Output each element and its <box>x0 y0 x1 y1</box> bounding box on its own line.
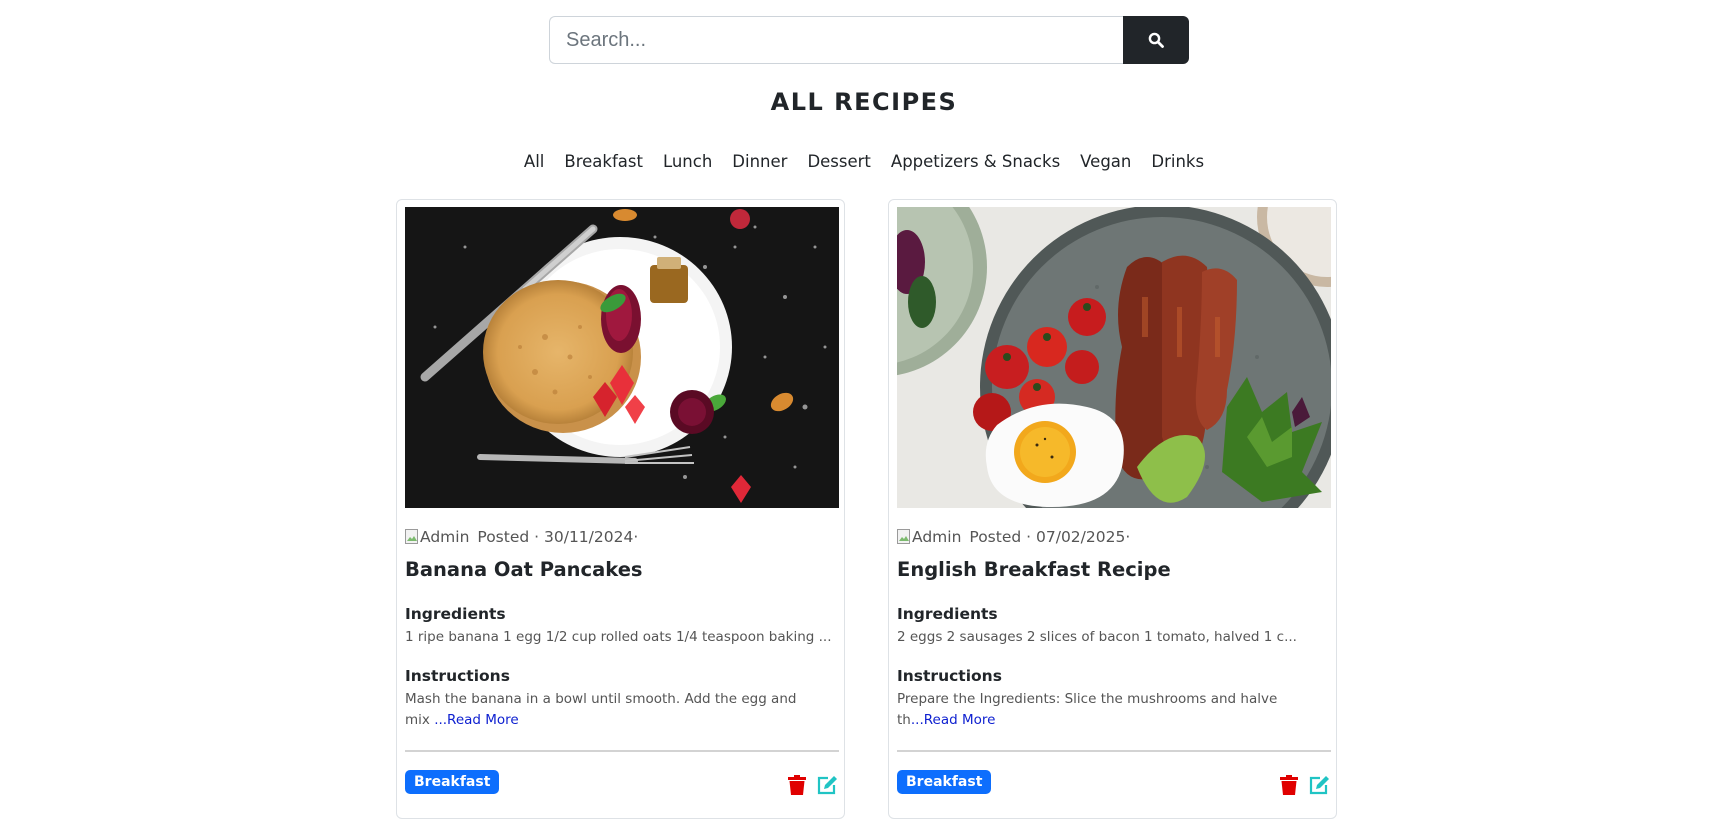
search-icon <box>1148 32 1164 48</box>
delete-button[interactable] <box>1280 775 1298 795</box>
trash-icon <box>788 775 806 795</box>
recipe-image[interactable] <box>405 207 839 508</box>
instructions-text: Mash the banana in a bowl until smooth. … <box>405 689 825 731</box>
broken-image-icon <box>897 529 910 544</box>
instructions-heading: Instructions <box>405 667 510 685</box>
instructions-heading: Instructions <box>897 667 1002 685</box>
edit-icon <box>817 776 837 795</box>
recipe-title[interactable]: English Breakfast Recipe <box>897 558 1171 581</box>
category-badge: Breakfast <box>897 770 992 794</box>
instructions-text: Prepare the Ingredients: Slice the mushr… <box>897 689 1327 731</box>
divider <box>405 750 839 752</box>
category-link-breakfast[interactable]: Breakfast <box>564 152 643 171</box>
avatar-alt-text: Admin <box>420 528 470 546</box>
delete-button[interactable] <box>788 775 806 795</box>
edit-icon <box>1309 776 1329 795</box>
broken-image-icon <box>405 529 418 544</box>
recipe-title[interactable]: Banana Oat Pancakes <box>405 558 643 581</box>
edit-button[interactable] <box>816 775 838 795</box>
ingredients-text: 2 eggs 2 sausages 2 slices of bacon 1 to… <box>897 629 1297 645</box>
read-more-link[interactable]: ...Read More <box>911 712 996 728</box>
posted-date: Posted · 07/02/2025· <box>969 528 1131 546</box>
category-link-vegan[interactable]: Vegan <box>1080 152 1131 171</box>
category-link-dessert[interactable]: Dessert <box>807 152 870 171</box>
posted-date: Posted · 30/11/2024· <box>477 528 639 546</box>
divider <box>897 750 1331 752</box>
category-link-appetizers-snacks[interactable]: Appetizers & Snacks <box>891 152 1060 171</box>
category-link-all[interactable]: All <box>524 152 544 171</box>
card-actions <box>788 775 838 795</box>
category-nav: All Breakfast Lunch Dinner Dessert Appet… <box>0 152 1728 171</box>
trash-icon <box>1280 775 1298 795</box>
read-more-link[interactable]: ...Read More <box>434 712 519 728</box>
card-actions <box>1280 775 1330 795</box>
recipe-card: Admin Posted · 07/02/2025· English Break… <box>888 199 1337 819</box>
category-link-drinks[interactable]: Drinks <box>1151 152 1204 171</box>
avatar: Admin <box>405 528 469 546</box>
recipe-card: Admin Posted · 30/11/2024· Banana Oat Pa… <box>396 199 845 819</box>
page-title: ALL RECIPES <box>770 88 958 116</box>
ingredients-heading: Ingredients <box>405 605 506 623</box>
ingredients-heading: Ingredients <box>897 605 998 623</box>
recipe-image[interactable] <box>897 207 1331 508</box>
category-link-dinner[interactable]: Dinner <box>732 152 787 171</box>
post-meta: Admin Posted · 07/02/2025· <box>897 528 1130 546</box>
search-bar <box>549 16 1189 64</box>
ingredients-text: 1 ripe banana 1 egg 1/2 cup rolled oats … <box>405 629 832 645</box>
search-input[interactable] <box>549 16 1123 64</box>
category-badge: Breakfast <box>405 770 500 794</box>
edit-button[interactable] <box>1308 775 1330 795</box>
avatar: Admin <box>897 528 961 546</box>
search-button[interactable] <box>1123 16 1189 64</box>
category-link-lunch[interactable]: Lunch <box>663 152 712 171</box>
avatar-alt-text: Admin <box>912 528 962 546</box>
post-meta: Admin Posted · 30/11/2024· <box>405 528 638 546</box>
